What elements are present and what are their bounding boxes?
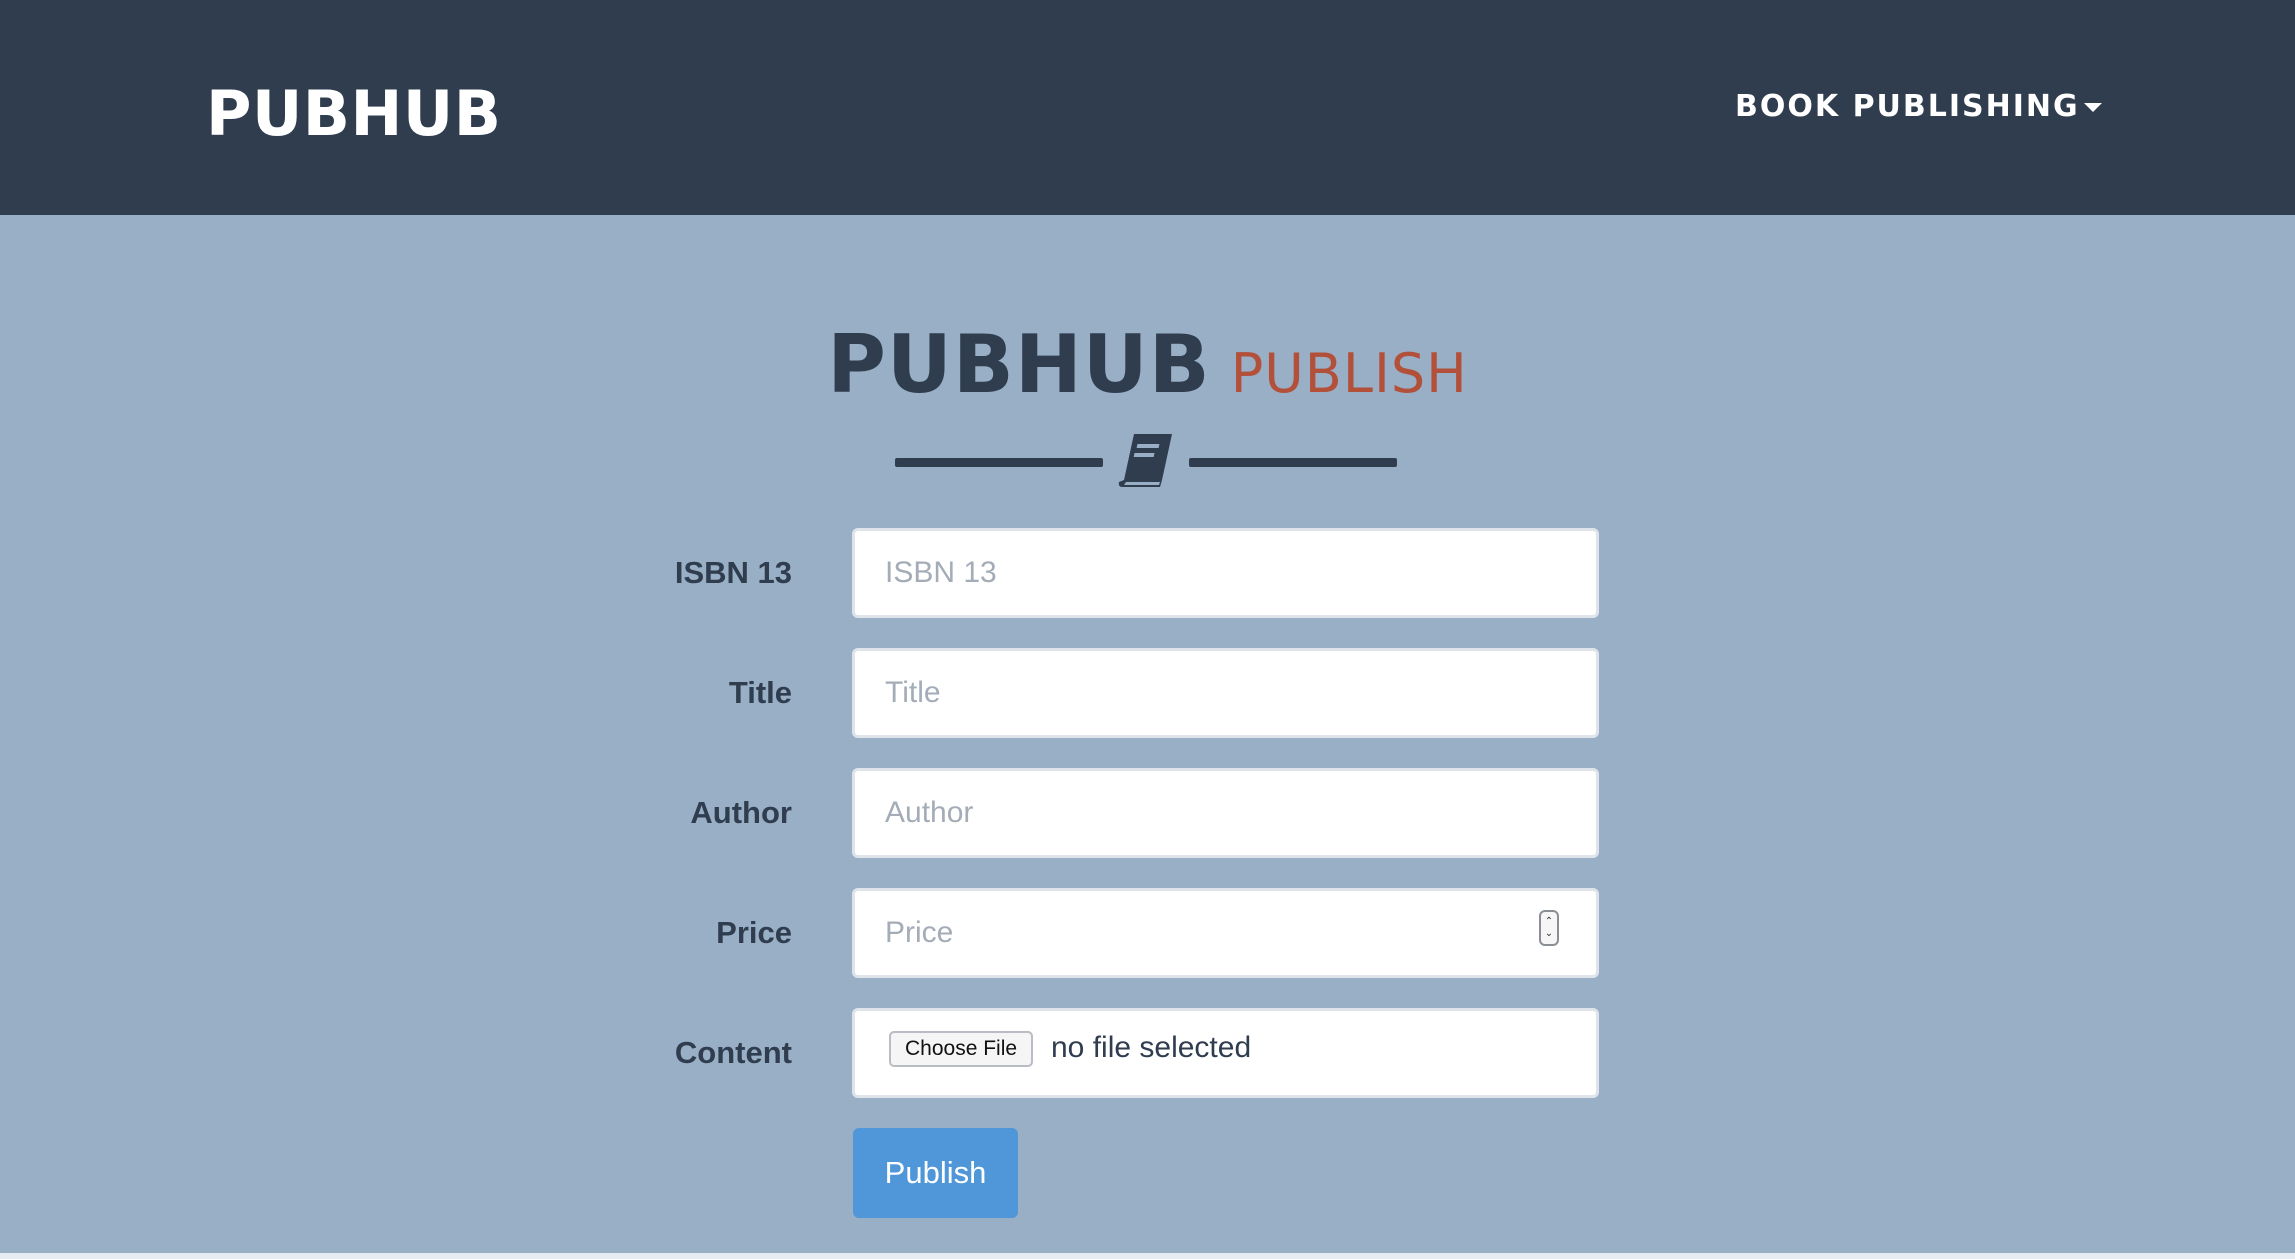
price-label: Price [716, 915, 792, 950]
book-icon [1118, 434, 1172, 487]
brand-logo[interactable]: PUBHUB [206, 78, 502, 150]
navbar: PUBHUB BOOK PUBLISHING [0, 0, 2295, 215]
divider-left-line [895, 458, 1103, 467]
content-row: Content Choose File no file selected [0, 1008, 2295, 1098]
file-status-text: no file selected [1051, 1031, 1252, 1064]
content-label: Content [674, 1035, 792, 1070]
content-file-input[interactable]: Choose File no file selected [852, 1008, 1599, 1098]
book-publishing-dropdown[interactable]: BOOK PUBLISHING [1735, 88, 2102, 126]
isbn-label: ISBN 13 [674, 555, 792, 590]
choose-file-button[interactable]: Choose File [889, 1031, 1034, 1067]
author-label: Author [690, 795, 792, 830]
price-stepper[interactable]: ⌃ ⌄ [1539, 910, 1559, 946]
chevron-down-icon[interactable]: ⌄ [1545, 928, 1553, 940]
divider-right-line [1189, 458, 1397, 467]
heading-subtitle: PUBLISH [1230, 342, 1468, 405]
isbn-input[interactable] [852, 528, 1599, 618]
title-label: Title [728, 675, 792, 710]
author-row: Author [0, 768, 2295, 858]
page-heading: PUBHUB PUBLISH [0, 318, 2295, 411]
price-input[interactable] [852, 888, 1599, 978]
publish-button[interactable]: Publish [853, 1128, 1018, 1218]
bottom-border [0, 1253, 2295, 1259]
dropdown-label: BOOK PUBLISHING [1735, 89, 2080, 124]
heading-brand: PUBHUB [827, 318, 1211, 411]
author-input[interactable] [852, 768, 1599, 858]
title-input[interactable] [852, 648, 1599, 738]
price-row: Price ⌃ ⌄ [0, 888, 2295, 978]
title-row: Title [0, 648, 2295, 738]
isbn-row: ISBN 13 [0, 528, 2295, 618]
chevron-up-icon[interactable]: ⌃ [1545, 916, 1553, 928]
caret-down-icon [2083, 103, 2102, 112]
